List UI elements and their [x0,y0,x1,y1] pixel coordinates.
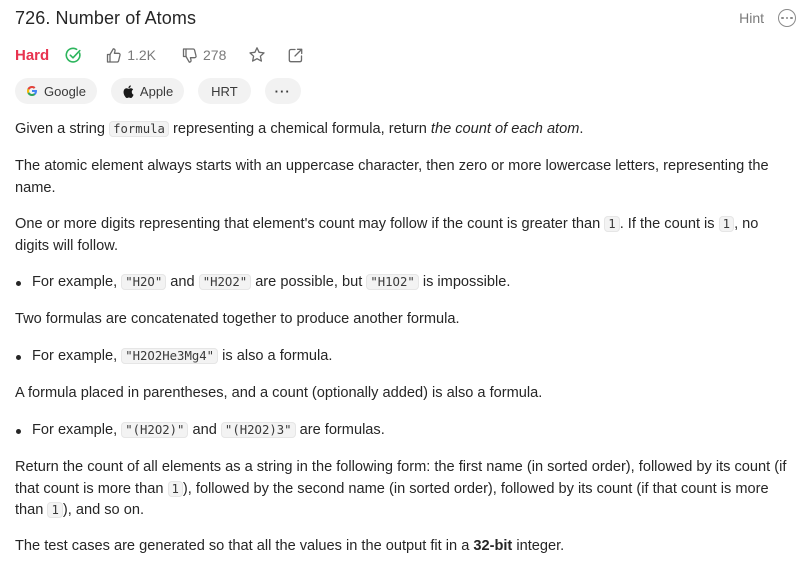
text: are formulas. [295,422,385,438]
tag-label: Google [44,83,86,99]
inline-code: "(H2O2)" [121,422,189,438]
problem-title: 726. Number of Atoms [15,7,197,28]
inline-code: 1 [718,216,735,232]
text: . If the count is [619,216,719,232]
text: representing a chemical formula, return [168,121,431,137]
text: The test cases are generated so that all… [15,538,474,554]
header-actions: Hint [739,9,796,27]
text: For example, [32,422,122,438]
problem-header: 726. Number of Atoms Hint [15,6,796,30]
inline-code: "H2O2He3Mg4" [121,348,219,364]
text: is also a formula. [218,348,333,364]
text: For example, [32,348,122,364]
more-tags-button[interactable]: ··· [264,78,301,104]
like-button[interactable]: 1.2K [105,47,156,64]
inline-code: "H1O2" [366,274,419,290]
tag-label: HRT [211,83,238,99]
hint-button[interactable]: Hint [739,10,764,26]
tag-google[interactable]: Google [15,78,97,104]
dislike-button[interactable]: 278 [181,47,226,64]
inline-code: 1 [47,502,63,518]
text: and [188,422,221,438]
difficulty-badge: Hard [15,46,50,64]
inline-code: "(H2O2)3" [220,422,296,438]
like-count: 1.2K [127,47,156,63]
thumbs-down-icon [181,47,198,64]
more-tags-label: ··· [274,83,291,99]
tag-apple[interactable]: Apple [110,78,185,104]
more-options-icon[interactable] [778,9,796,27]
tag-hrt[interactable]: HRT [198,78,251,104]
description-paragraph-1: Given a string formula representing a ch… [15,119,795,141]
text: For example, [32,274,122,290]
description-paragraph-5: A formula placed in parentheses, and a c… [15,385,543,401]
apple-icon [122,84,134,98]
tag-label: Apple [139,83,174,99]
company-tags: Google Apple HRT ··· [15,78,301,104]
google-icon [26,85,38,97]
text: . [579,121,584,137]
text: and [166,274,199,290]
description-paragraph-6: Return the count of all elements as a st… [15,457,795,522]
text: ), and so on. [62,502,145,518]
inline-code: 1 [167,480,183,497]
solved-check-icon [65,47,82,64]
inline-code: formula [109,121,169,137]
emphasis: the count of each atom [430,121,580,137]
dislike-count: 278 [203,47,227,63]
text: integer. [512,538,565,554]
text: Given a string [15,121,110,137]
inline-code: "H2O2" [198,274,252,290]
description-paragraph-3: One or more digits representing that ele… [15,214,795,257]
example-bullet-1: For example, "H2O" and "H2O2" are possib… [15,272,795,293]
text: One or more digits representing that ele… [15,216,605,232]
example-bullet-3: For example, "(H2O2)" and "(H2O2)3" are … [15,420,795,441]
text: are possible, but [251,274,367,290]
thumbs-up-icon [105,47,122,64]
problem-meta: Hard 1.2K 278 [15,43,304,67]
description-paragraph-7: The test cases are generated so that all… [15,536,795,558]
bold-text: 32-bit [473,538,513,554]
example-bullet-2: For example, "H2O2He3Mg4" is also a form… [15,346,795,367]
share-icon[interactable] [287,47,304,64]
text: is impossible. [418,274,511,290]
description-paragraph-4: Two formulas are concatenated together t… [15,311,460,327]
inline-code: "H2O" [121,274,167,290]
description-paragraph-2: The atomic element always starts with an… [15,158,769,196]
favorite-star-icon[interactable] [248,46,266,64]
inline-code: 1 [604,216,620,232]
